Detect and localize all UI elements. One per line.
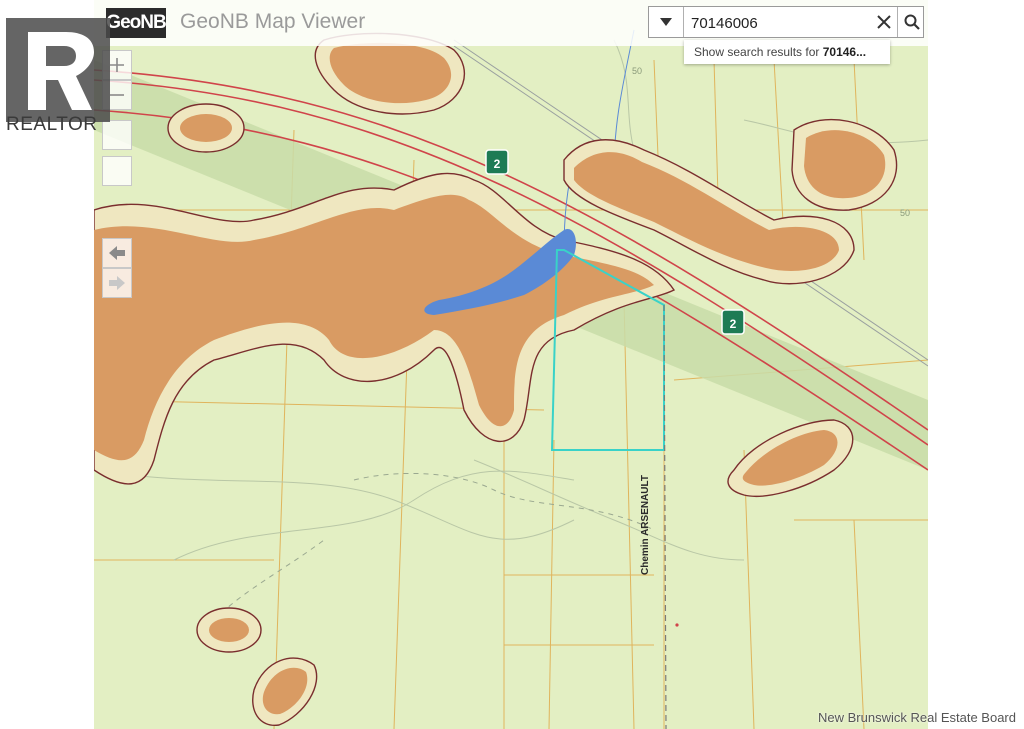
highway-shield-icon: 2 xyxy=(485,149,509,175)
board-text: New Brunswick Real Estate Board xyxy=(818,710,1016,725)
map-tool-button-2[interactable] xyxy=(102,156,132,186)
contour-label: 50 xyxy=(900,208,911,218)
close-icon[interactable] xyxy=(871,7,897,37)
search-box xyxy=(648,6,924,38)
map-canvas[interactable]: 2 2 xyxy=(94,0,928,729)
suggestion-query: 70146... xyxy=(822,45,867,59)
shield-number-2: 2 xyxy=(730,317,737,331)
shield-number-1: 2 xyxy=(494,157,501,171)
caret-down-icon[interactable] xyxy=(649,7,684,37)
search-suggestion[interactable]: Show search results for 70146... xyxy=(684,40,890,64)
map-point xyxy=(675,623,679,627)
contour-label: 50 xyxy=(632,66,643,76)
search-input[interactable] xyxy=(689,10,873,36)
arrow-left-icon[interactable] xyxy=(102,238,132,268)
map-svg: 2 2 xyxy=(94,0,928,729)
road-label: Chemin ARSENAULT xyxy=(640,475,651,575)
realtor-text: REALTOR xyxy=(6,114,98,135)
highway-shield-icon: 2 xyxy=(721,309,745,335)
arrow-right-icon[interactable] xyxy=(102,268,132,298)
app-title: GeoNB Map Viewer xyxy=(180,10,366,33)
suggestion-prefix: Show search results for xyxy=(694,45,823,59)
search-icon[interactable] xyxy=(897,7,925,37)
